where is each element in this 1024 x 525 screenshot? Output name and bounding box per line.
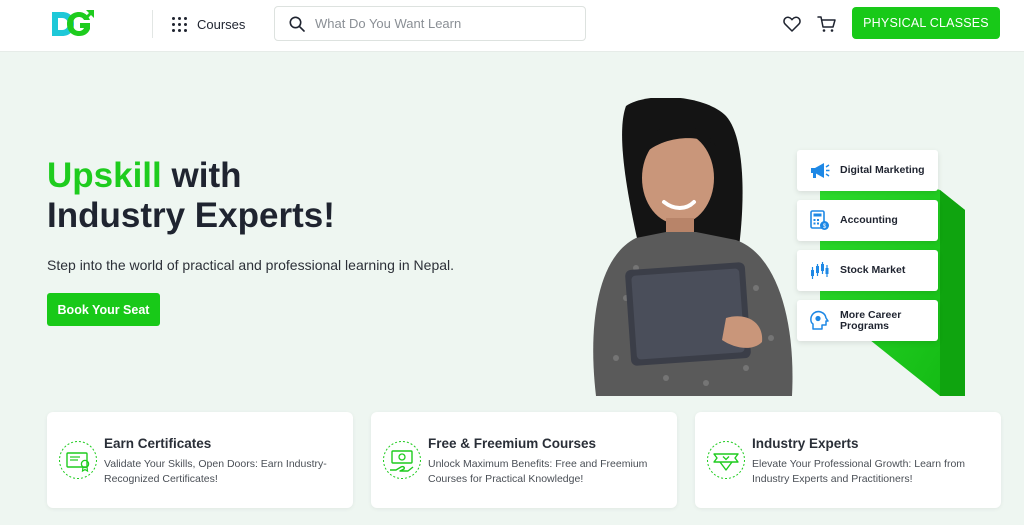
hero-title-rest: with [161, 156, 242, 195]
hero-title: Upskill with Industry Experts! [47, 156, 335, 236]
career-head-icon [810, 310, 829, 330]
category-label: More Career Programs [840, 308, 902, 332]
hero-title-accent: Upskill [47, 156, 162, 195]
feature-title: Industry Experts [752, 436, 859, 451]
category-more-career-programs[interactable]: More Career Programs [797, 300, 938, 341]
top-navbar: Courses PHYSICAL CLASSES [0, 0, 1024, 52]
courses-label: Courses [197, 16, 246, 32]
category-digital-marketing[interactable]: Digital Marketing [797, 150, 938, 191]
category-label: Stock Market [840, 264, 906, 276]
dg-logo[interactable] [50, 8, 96, 40]
expert-badge-icon [707, 441, 745, 479]
feature-card-industry-experts: Industry Experts Elevate Your Profession… [695, 412, 1001, 508]
hero-title-line-2: Industry Experts! [47, 196, 335, 235]
calculator-icon: $ [810, 210, 829, 230]
book-your-seat-button[interactable]: Book Your Seat [47, 293, 160, 326]
physical-classes-button[interactable]: PHYSICAL CLASSES [852, 7, 1000, 39]
category-label: Digital Marketing [840, 164, 925, 176]
search-box[interactable] [274, 6, 586, 41]
header-divider [152, 10, 153, 38]
category-stock-market[interactable]: Stock Market [797, 250, 938, 291]
courses-menu[interactable]: Courses [172, 14, 245, 34]
cart-icon[interactable] [817, 15, 836, 33]
feature-text: Unlock Maximum Benefits: Free and Freemi… [428, 458, 648, 485]
search-icon [289, 16, 305, 32]
category-accounting[interactable]: $ Accounting [797, 200, 938, 241]
feature-title: Free & Freemium Courses [428, 436, 597, 451]
student-holding-laptop-illustration [593, 98, 793, 396]
feature-card-earn-certificates: Earn Certificates Validate Your Skills, … [47, 412, 353, 508]
candlestick-icon [811, 262, 829, 279]
certificate-icon [59, 441, 97, 479]
feature-card-free-freemium-courses: Free & Freemium Courses Unlock Maximum B… [371, 412, 677, 508]
feature-title: Earn Certificates [104, 436, 212, 451]
feature-text: Validate Your Skills, Open Doors: Earn I… [104, 458, 327, 485]
money-icon [383, 441, 421, 479]
wishlist-heart-icon[interactable] [783, 15, 801, 33]
megaphone-icon [811, 163, 830, 178]
grid-menu-icon [172, 16, 187, 32]
category-label: Accounting [840, 214, 898, 226]
hero-subtitle: Step into the world of practical and pro… [47, 257, 455, 273]
search-input[interactable] [315, 16, 565, 31]
feature-text: Elevate Your Professional Growth: Learn … [752, 458, 966, 485]
